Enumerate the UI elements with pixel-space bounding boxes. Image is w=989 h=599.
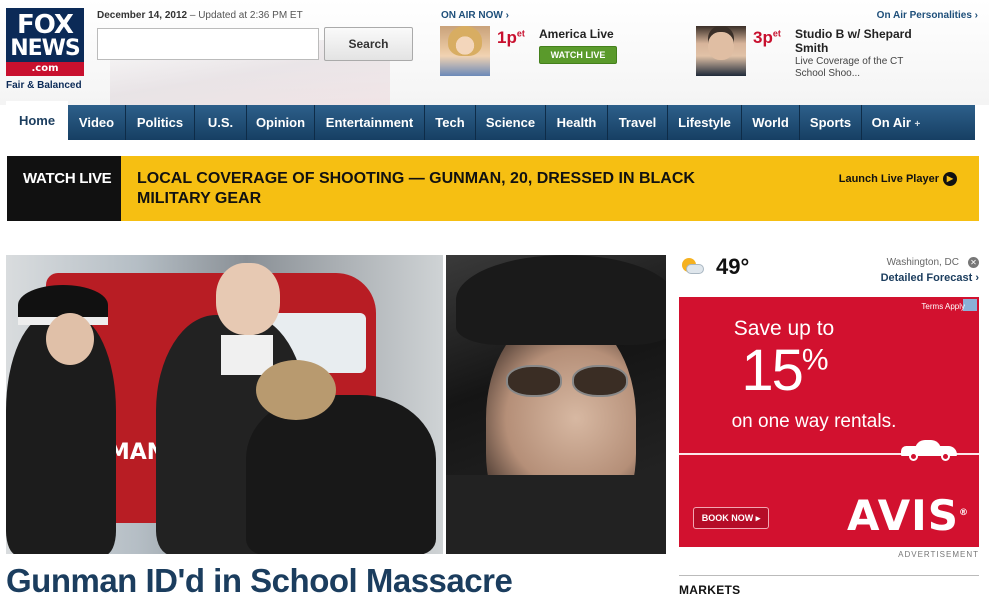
date: December 14, 2012 — [97, 10, 188, 21]
updated-time: – Updated at 2:36 PM ET — [189, 10, 303, 21]
adchoices-icon[interactable] — [963, 299, 977, 311]
woman-hair — [256, 360, 336, 420]
nav-expand-icon: + — [914, 119, 921, 130]
nav-item-lifestyle[interactable]: Lifestyle — [668, 105, 742, 140]
main-nav: Home Video Politics U.S. Opinion Enterta… — [6, 101, 975, 140]
nun-face — [46, 313, 94, 365]
nav-item-entertainment[interactable]: Entertainment — [315, 105, 425, 140]
temperature: 49° — [716, 254, 750, 279]
advertisement-label: ADVERTISEMENT — [898, 550, 979, 559]
hero-photo-left[interactable]: MMAN — [6, 255, 443, 554]
host-photo-studio-b[interactable] — [696, 26, 746, 76]
ad-percent: 15% — [741, 338, 828, 403]
on-air-now-link[interactable]: ON AIR NOW › — [441, 10, 509, 21]
nav-item-health[interactable]: Health — [546, 105, 608, 140]
host-photo-america-live[interactable] — [440, 26, 490, 76]
logo-line1: FOX — [17, 10, 74, 40]
show-title-link[interactable]: Studio B w/ Shepard Smith — [795, 27, 935, 55]
on-air-personalities-link[interactable]: On Air Personalities › — [877, 10, 978, 21]
logo-box: FOX NEWS .com — [6, 8, 84, 76]
ad-terms[interactable]: Terms Apply — [921, 302, 965, 311]
partly-cloudy-icon — [680, 258, 704, 276]
logo-domain: .com — [6, 62, 84, 76]
nav-item-opinion[interactable]: Opinion — [247, 105, 315, 140]
dateline: December 14, 2012 – Updated at 2:36 PM E… — [97, 10, 303, 21]
breaking-headline[interactable]: LOCAL COVERAGE OF SHOOTING — GUNMAN, 20,… — [137, 169, 757, 209]
play-arrow-icon: ▶ — [943, 172, 957, 186]
portrait-coat — [446, 475, 666, 554]
main-headline[interactable]: Gunman ID'd in School Massacre — [6, 562, 513, 599]
nav-item-science[interactable]: Science — [476, 105, 546, 140]
nav-item-tech[interactable]: Tech — [425, 105, 476, 140]
watch-live-button[interactable]: WATCH LIVE — [539, 46, 617, 64]
markets-heading[interactable]: MARKETS — [679, 583, 740, 597]
close-icon[interactable]: ✕ — [968, 257, 979, 268]
fox-news-logo[interactable]: FOX NEWS .com Fair & Balanced — [6, 8, 84, 92]
man-face — [216, 263, 280, 335]
show-title-link[interactable]: America Live — [539, 27, 614, 41]
logo-line2: NEWS — [10, 36, 81, 61]
book-now-button[interactable]: BOOK NOW ▸ — [693, 507, 769, 529]
site-header: FOX NEWS .com Fair & Balanced December 1… — [0, 0, 989, 105]
watch-live-label[interactable]: WATCH LIVE — [7, 156, 121, 221]
show-time: 3pet — [753, 28, 781, 47]
nav-item-video[interactable]: Video — [68, 105, 126, 140]
weather-city[interactable]: Washington, DC — [887, 257, 959, 268]
avis-advertisement[interactable]: Terms Apply Save up to 15% on one way re… — [679, 297, 979, 547]
show-description[interactable]: Live Coverage of the CT School Shoo... — [795, 56, 930, 80]
detailed-forecast-link[interactable]: Detailed Forecast › — [881, 272, 979, 284]
nav-item-on-air[interactable]: On Air + — [862, 105, 930, 140]
portrait-hair — [456, 255, 666, 345]
breaking-news-banner[interactable]: LOCAL COVERAGE OF SHOOTING — GUNMAN, 20,… — [121, 156, 979, 221]
logo-tagline: Fair & Balanced — [6, 80, 82, 91]
nav-item-world[interactable]: World — [742, 105, 800, 140]
nav-item-travel[interactable]: Travel — [608, 105, 668, 140]
ad-subtext: on one way rentals. — [731, 411, 897, 432]
nav-item-us[interactable]: U.S. — [195, 105, 247, 140]
avis-logo: AVIS® — [847, 491, 970, 540]
show-time: 1pet — [497, 28, 525, 47]
car-icon — [901, 440, 957, 461]
nav-item-home[interactable]: Home — [6, 101, 68, 140]
hero-photo-right[interactable] — [446, 255, 666, 554]
nav-item-sports[interactable]: Sports — [800, 105, 862, 140]
divider — [679, 575, 979, 576]
nav-item-politics[interactable]: Politics — [126, 105, 195, 140]
search-input[interactable] — [97, 28, 319, 60]
sunglasses — [506, 365, 636, 399]
search-button[interactable]: Search — [324, 27, 413, 61]
launch-live-player-link[interactable]: Launch Live Player ▶ — [839, 172, 957, 186]
woman-figure — [246, 395, 436, 554]
